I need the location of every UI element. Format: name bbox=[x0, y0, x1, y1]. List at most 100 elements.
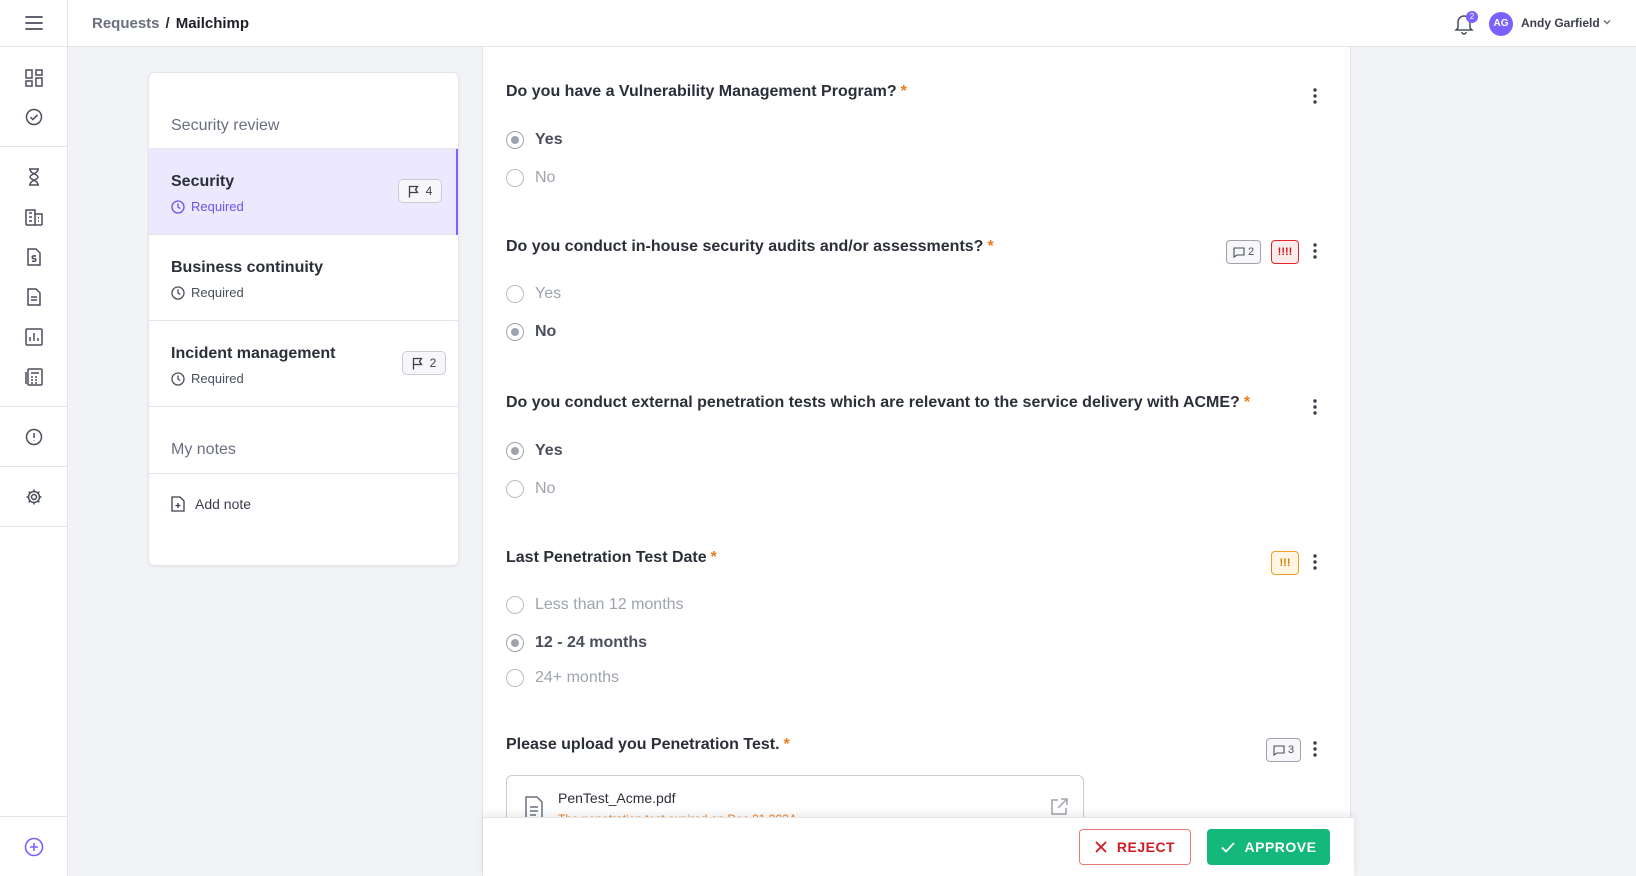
flag-count: 2 bbox=[429, 356, 437, 370]
radio-option-yes[interactable]: Yes bbox=[506, 131, 563, 149]
section-card: Security review Security Required 4 Busi… bbox=[148, 72, 459, 566]
question-text: Do you conduct in-house security audits … bbox=[506, 238, 984, 255]
section-item-status: Required bbox=[171, 371, 244, 386]
reject-button[interactable]: REJECT bbox=[1079, 829, 1191, 865]
required-marker: * bbox=[987, 238, 994, 255]
menu-icon bbox=[25, 16, 43, 30]
building-icon[interactable] bbox=[24, 207, 44, 227]
more-icon[interactable] bbox=[1309, 242, 1321, 260]
question-title: Do you conduct external penetration test… bbox=[506, 394, 1250, 412]
add-circle-icon bbox=[24, 837, 44, 856]
section-item-status-label: Required bbox=[191, 199, 244, 214]
question-title: Please upload you Penetration Test. * bbox=[506, 736, 790, 754]
section-item-security[interactable]: Security Required 4 bbox=[149, 149, 458, 235]
chart-icon[interactable] bbox=[24, 327, 44, 347]
section-item-title: Security bbox=[171, 173, 235, 190]
questionnaire-panel: Do you have a Vulnerability Management P… bbox=[482, 47, 1351, 876]
more-icon[interactable] bbox=[1309, 553, 1321, 571]
approve-label: APPROVE bbox=[1244, 839, 1317, 855]
radio-button[interactable] bbox=[506, 669, 524, 687]
more-icon[interactable] bbox=[1309, 87, 1321, 105]
radio-button[interactable] bbox=[506, 634, 524, 652]
reject-label: REJECT bbox=[1116, 839, 1176, 855]
radio-button[interactable] bbox=[506, 285, 524, 303]
flag-count: 4 bbox=[425, 184, 433, 198]
option-label: Less than 12 months bbox=[535, 596, 684, 613]
chevron-down-icon[interactable] bbox=[1602, 17, 1612, 27]
radio-option-no[interactable]: No bbox=[506, 323, 556, 341]
radio-option-less-than-12-months[interactable]: Less than 12 months bbox=[506, 596, 684, 614]
section-item-title: Incident management bbox=[171, 345, 336, 362]
radio-option-yes[interactable]: Yes bbox=[506, 442, 563, 460]
priority-badge-high[interactable]: !!! bbox=[1271, 551, 1299, 575]
comments-button[interactable]: 3 bbox=[1266, 738, 1301, 762]
option-label: Yes bbox=[535, 131, 563, 148]
menu-button[interactable] bbox=[0, 0, 68, 47]
dashboard-icon[interactable] bbox=[24, 68, 44, 88]
radio-option-no[interactable]: No bbox=[506, 480, 555, 498]
section-item-status-label: Required bbox=[191, 285, 244, 300]
clock-icon bbox=[171, 199, 185, 214]
dollar-doc-icon[interactable] bbox=[24, 247, 44, 267]
gear-icon[interactable] bbox=[24, 487, 44, 507]
section-item-incident-management[interactable]: Incident management Required 2 bbox=[149, 321, 458, 407]
section-item-business-continuity[interactable]: Business continuity Required bbox=[149, 235, 458, 321]
notes-heading: My notes bbox=[171, 441, 236, 458]
flag-badge: 4 bbox=[398, 179, 442, 203]
breadcrumb-requests[interactable]: Requests bbox=[92, 15, 160, 32]
more-icon[interactable] bbox=[1309, 398, 1321, 416]
flag-icon bbox=[412, 357, 423, 369]
question-text: Please upload you Penetration Test. bbox=[506, 736, 780, 753]
question-title: Do you have a Vulnerability Management P… bbox=[506, 83, 907, 101]
radio-option-12-24-months[interactable]: 12 - 24 months bbox=[506, 634, 647, 652]
notification-badge: 2 bbox=[1466, 11, 1478, 23]
priority-badge-critical[interactable]: !!!! bbox=[1271, 240, 1299, 264]
required-marker: * bbox=[1243, 394, 1251, 411]
radio-button[interactable] bbox=[506, 480, 524, 498]
calculator-icon[interactable] bbox=[24, 367, 44, 387]
radio-option-yes[interactable]: Yes bbox=[506, 285, 561, 303]
radio-button[interactable] bbox=[506, 131, 524, 149]
option-label: No bbox=[535, 169, 556, 186]
clock-icon bbox=[171, 285, 185, 300]
radio-button[interactable] bbox=[506, 442, 524, 460]
open-external-icon[interactable] bbox=[1050, 798, 1068, 816]
question-text: Do you conduct external penetration test… bbox=[506, 394, 1240, 411]
comment-icon bbox=[1233, 246, 1245, 258]
option-label: 12 - 24 months bbox=[535, 634, 648, 651]
option-label: 24+ months bbox=[535, 669, 620, 686]
question-title: Last Penetration Test Date * bbox=[506, 549, 717, 567]
radio-button[interactable] bbox=[506, 596, 524, 614]
divider bbox=[149, 473, 458, 474]
hourglass-icon[interactable] bbox=[24, 167, 44, 187]
section-item-status-label: Required bbox=[191, 371, 244, 386]
comment-count: 3 bbox=[1287, 744, 1295, 756]
avatar[interactable]: AG bbox=[1489, 12, 1513, 36]
approve-button[interactable]: APPROVE bbox=[1207, 829, 1330, 865]
user-name[interactable]: Andy Garfield bbox=[1521, 16, 1600, 30]
comments-button[interactable]: 2 bbox=[1226, 240, 1261, 264]
alert-icon[interactable] bbox=[24, 427, 44, 447]
comment-count: 2 bbox=[1247, 246, 1255, 258]
option-label: Yes bbox=[535, 285, 562, 302]
add-note-button[interactable]: Add note bbox=[171, 496, 251, 512]
section-item-title: Business continuity bbox=[171, 259, 324, 276]
file-name: PenTest_Acme.pdf bbox=[558, 790, 676, 806]
notifications-button[interactable]: 2 bbox=[1454, 11, 1478, 35]
radio-button[interactable] bbox=[506, 169, 524, 187]
breadcrumb-current: Mailchimp bbox=[175, 15, 250, 32]
section-item-status: Required bbox=[171, 199, 244, 214]
radio-button[interactable] bbox=[506, 323, 524, 341]
action-footer: REJECT APPROVE bbox=[483, 817, 1354, 876]
check-circle-icon[interactable] bbox=[24, 107, 44, 127]
radio-option-no[interactable]: No bbox=[506, 169, 555, 187]
add-note-label: Add note bbox=[195, 496, 252, 512]
radio-option-24-plus-months[interactable]: 24+ months bbox=[506, 669, 619, 687]
add-button[interactable] bbox=[0, 816, 68, 876]
option-label: Yes bbox=[535, 442, 563, 459]
nav-rail bbox=[0, 0, 68, 876]
more-icon[interactable] bbox=[1309, 740, 1321, 758]
clock-icon bbox=[171, 371, 185, 386]
nav-group-settings bbox=[0, 467, 68, 527]
document-icon[interactable] bbox=[24, 287, 44, 307]
